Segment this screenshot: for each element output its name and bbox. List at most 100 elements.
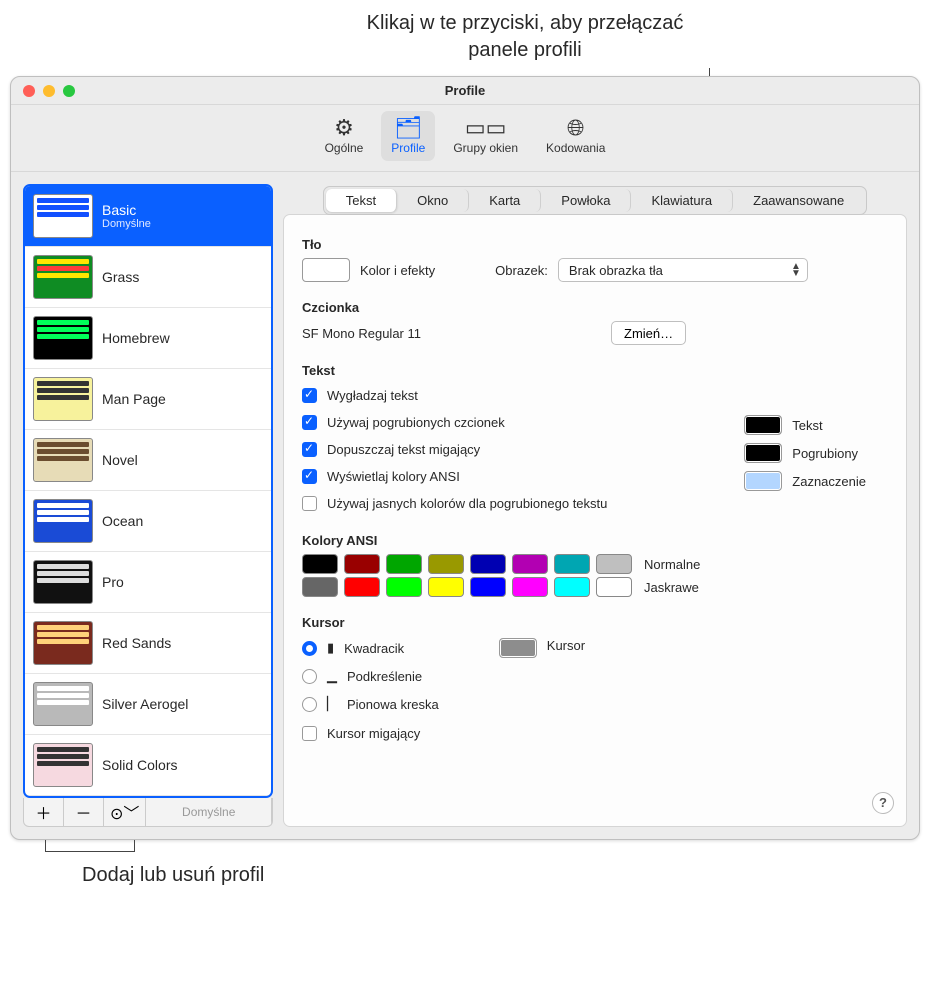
- tab-card[interactable]: Karta: [469, 189, 541, 212]
- ansi-color-well[interactable]: [554, 577, 590, 597]
- toolbar-profiles-label: Profile: [391, 141, 425, 155]
- ansi-color-well[interactable]: [386, 577, 422, 597]
- text-color-well[interactable]: [744, 415, 782, 435]
- ansi-color-well[interactable]: [554, 554, 590, 574]
- tab-advanced[interactable]: Zaawansowane: [733, 189, 864, 212]
- section-background: Tło: [302, 237, 888, 252]
- antialias-checkbox[interactable]: [302, 388, 317, 403]
- profile-thumbnail: [33, 499, 93, 543]
- ansi-color-well[interactable]: [512, 577, 548, 597]
- toolbar-general[interactable]: ⚙︎ Ogólne: [315, 111, 374, 161]
- ansi-color-well[interactable]: [596, 577, 632, 597]
- cursor-blink-label: Kursor migający: [327, 726, 420, 741]
- tab-shell[interactable]: Powłoka: [541, 189, 631, 212]
- ansi-color-well[interactable]: [512, 554, 548, 574]
- profile-item[interactable]: Novel: [25, 430, 271, 491]
- vbar-icon: ▏: [327, 696, 337, 712]
- antialias-label: Wygładzaj tekst: [327, 388, 418, 403]
- ansi-color-well[interactable]: [302, 577, 338, 597]
- preferences-window: Profile ⚙︎ Ogólne 🗂︎ Profile ▭▭ Grupy ok…: [10, 76, 920, 840]
- profile-subtitle: Domyślne: [102, 218, 151, 230]
- background-color-label: Kolor i efekty: [360, 263, 435, 278]
- close-icon[interactable]: [23, 85, 35, 97]
- ansi-colors-checkbox[interactable]: [302, 469, 317, 484]
- background-color-well[interactable]: [302, 258, 350, 282]
- profile-item[interactable]: Grass: [25, 247, 271, 308]
- profile-item[interactable]: Ocean: [25, 491, 271, 552]
- minimize-icon[interactable]: [43, 85, 55, 97]
- add-profile-button[interactable]: ＋: [24, 798, 64, 826]
- tab-text[interactable]: Tekst: [326, 189, 397, 212]
- profile-name: Solid Colors: [102, 757, 177, 773]
- remove-profile-button[interactable]: －: [64, 798, 104, 826]
- ansi-bright-row: Jaskrawe: [302, 577, 888, 597]
- window-title: Profile: [445, 83, 485, 98]
- underline-icon: ▁: [327, 668, 337, 684]
- bold-fonts-label: Używaj pogrubionych czcionek: [327, 415, 505, 430]
- callout-bracket-bottom: [45, 840, 135, 852]
- toolbar-profiles[interactable]: 🗂︎ Profile: [381, 111, 435, 161]
- text-color-swatches: Tekst Pogrubiony Zaznaczenie: [744, 415, 866, 491]
- selection-color-well[interactable]: [744, 471, 782, 491]
- ansi-color-well[interactable]: [596, 554, 632, 574]
- window-controls: [23, 85, 75, 97]
- profile-name: Ocean: [102, 513, 143, 529]
- profile-actions-menu[interactable]: ⊙﹀: [104, 798, 146, 826]
- set-default-button[interactable]: Domyślne: [146, 798, 272, 826]
- current-font-label: SF Mono Regular 11: [302, 326, 421, 341]
- background-image-select[interactable]: Brak obrazka tła ▲▼: [558, 258, 808, 282]
- ansi-color-well[interactable]: [428, 577, 464, 597]
- ansi-color-well[interactable]: [470, 577, 506, 597]
- cursor-block-label: Kwadracik: [344, 641, 404, 656]
- block-icon: ▮: [327, 640, 334, 656]
- blink-checkbox[interactable]: [302, 442, 317, 457]
- cursor-blink-checkbox[interactable]: [302, 726, 317, 741]
- profile-item[interactable]: Pro: [25, 552, 271, 613]
- profile-name: Pro: [102, 574, 124, 590]
- sidebar-actions: ＋ － ⊙﹀ Domyślne: [23, 798, 273, 827]
- change-font-button[interactable]: Zmień…: [611, 321, 686, 345]
- profiles-sidebar: BasicDomyślneGrassHomebrew Man Page Novel O…: [23, 184, 273, 827]
- toolbar: ⚙︎ Ogólne 🗂︎ Profile ▭▭ Grupy okien 🌐︎ K…: [11, 105, 919, 172]
- profile-item[interactable]: Solid Colors: [25, 735, 271, 796]
- toolbar-window-groups-label: Grupy okien: [453, 141, 518, 155]
- profile-item[interactable]: Homebrew: [25, 308, 271, 369]
- ansi-color-well[interactable]: [386, 554, 422, 574]
- ansi-color-well[interactable]: [344, 554, 380, 574]
- ansi-color-well[interactable]: [344, 577, 380, 597]
- profile-name: Red Sands: [102, 635, 171, 651]
- section-ansi: Kolory ANSI: [302, 533, 888, 548]
- profile-thumbnail: [33, 682, 93, 726]
- tab-window[interactable]: Okno: [397, 189, 469, 212]
- profile-item[interactable]: Silver Aerogel: [25, 674, 271, 735]
- cursor-color-well[interactable]: [499, 638, 537, 658]
- profile-thumbnail: [33, 621, 93, 665]
- profile-item[interactable]: BasicDomyślne: [25, 186, 271, 247]
- help-button[interactable]: ?: [872, 792, 894, 814]
- zoom-icon[interactable]: [63, 85, 75, 97]
- cursor-vbar-radio[interactable]: [302, 697, 317, 712]
- ansi-row-label: Normalne: [644, 557, 700, 572]
- profile-item[interactable]: Red Sands: [25, 613, 271, 674]
- toolbar-encodings[interactable]: 🌐︎ Kodowania: [536, 111, 615, 161]
- ansi-color-well[interactable]: [302, 554, 338, 574]
- ansi-color-well[interactable]: [470, 554, 506, 574]
- callout-bottom: Dodaj lub usuń profil: [82, 864, 931, 887]
- profile-name: Novel: [102, 452, 138, 468]
- cursor-block-radio[interactable]: [302, 641, 317, 656]
- profile-name: Man Page: [102, 391, 166, 407]
- profile-thumbnail: [33, 560, 93, 604]
- toolbar-window-groups[interactable]: ▭▭ Grupy okien: [443, 111, 528, 161]
- bold-fonts-checkbox[interactable]: [302, 415, 317, 430]
- profile-item[interactable]: Man Page: [25, 369, 271, 430]
- bold-color-well[interactable]: [744, 443, 782, 463]
- ansi-color-well[interactable]: [428, 554, 464, 574]
- cursor-underline-radio[interactable]: [302, 669, 317, 684]
- toolbar-general-label: Ogólne: [325, 141, 364, 155]
- profiles-list[interactable]: BasicDomyślneGrassHomebrew Man Page Novel O…: [23, 184, 273, 798]
- bright-bold-checkbox[interactable]: [302, 496, 317, 511]
- tab-keyboard[interactable]: Klawiatura: [631, 189, 733, 212]
- gear-icon: ⚙︎: [334, 117, 354, 139]
- windows-icon: ▭▭: [465, 117, 507, 139]
- background-image-label: Obrazek:: [495, 263, 548, 278]
